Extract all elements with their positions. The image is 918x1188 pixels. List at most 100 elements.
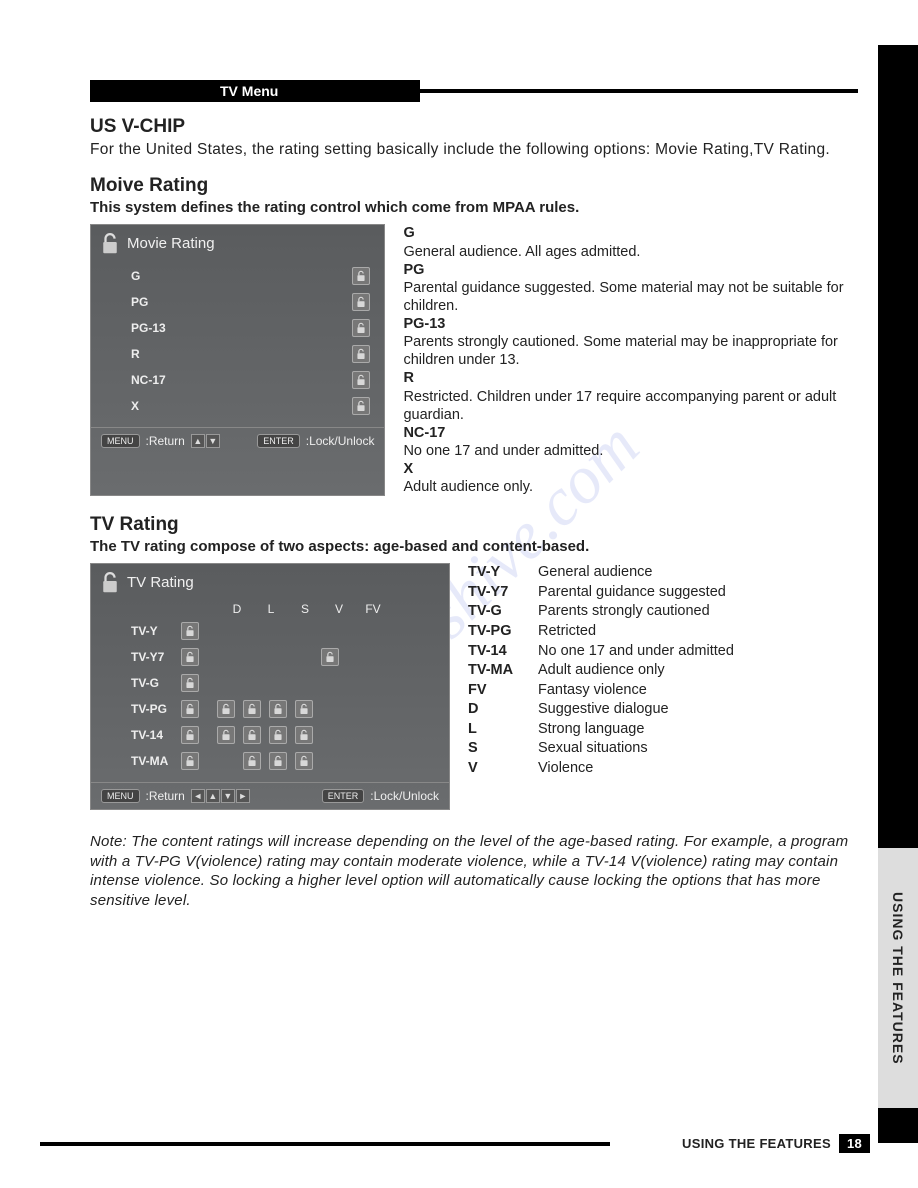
lock-icon[interactable] [269, 726, 287, 744]
lock-open-icon [101, 572, 119, 592]
def-text: Sexual situations [538, 739, 648, 759]
def-text: General audience. All ages admitted. [403, 244, 640, 260]
def-text: Suggestive dialogue [538, 700, 669, 720]
def-key: L [468, 720, 538, 740]
lock-icon[interactable] [269, 752, 287, 770]
tv-rating-row[interactable]: TV-Y [131, 618, 435, 644]
section-vchip-title: US V-CHIP [90, 116, 858, 138]
movie-rating-row[interactable]: X [131, 393, 370, 419]
movie-subtitle: This system defines the rating control w… [90, 199, 858, 216]
header-tab-label: TV Menu [220, 83, 278, 99]
rating-label: X [131, 399, 191, 413]
tv-col-header: S [293, 602, 317, 616]
movie-rating-row[interactable]: R [131, 341, 370, 367]
def-text: Adult audience only [538, 661, 665, 681]
def-key: TV-14 [468, 642, 538, 662]
lock-icon[interactable] [269, 700, 287, 718]
tv-rating-row[interactable]: TV-MA [131, 748, 435, 774]
tv-panel-footer: MENU :Return ◄▲▼► ENTER :Lock/Unlock [91, 782, 449, 809]
lock-icon[interactable] [243, 726, 261, 744]
nav-arrows-icon[interactable]: ▲▼ [191, 434, 220, 448]
def-key: X [403, 461, 413, 477]
tv-col-header: FV [361, 602, 385, 616]
return-label: :Return [146, 789, 185, 803]
tv-panel-title: TV Rating [127, 574, 194, 591]
lock-icon[interactable] [243, 752, 261, 770]
tv-rating-label: TV-PG [131, 702, 181, 716]
def-text: Parental guidance suggested. Some materi… [403, 280, 843, 314]
def-key: PG [403, 262, 424, 278]
def-text: General audience [538, 563, 652, 583]
def-text: Parents strongly cautioned [538, 602, 710, 622]
def-text: Retricted [538, 622, 596, 642]
def-text: Parental guidance suggested [538, 583, 726, 603]
tv-rating-row[interactable]: TV-PG [131, 696, 435, 722]
lock-icon[interactable] [352, 293, 370, 311]
lock-icon[interactable] [352, 267, 370, 285]
tv-rating-label: TV-Y [131, 624, 181, 638]
movie-panel-title: Movie Rating [127, 235, 215, 252]
def-text: Adult audience only. [403, 479, 533, 495]
movie-panel-footer: MENU :Return ▲▼ ENTER :Lock/Unlock [91, 427, 384, 454]
lock-icon[interactable] [243, 700, 261, 718]
enter-button-icon[interactable]: ENTER [257, 434, 300, 448]
def-key: TV-Y7 [468, 583, 538, 603]
lock-icon[interactable] [181, 622, 199, 640]
movie-rating-panel: Movie Rating GPG PG-13 R NC-17 X MENU :Retur… [90, 224, 385, 496]
tv-rating-row[interactable]: TV-Y7 [131, 644, 435, 670]
tv-rating-row[interactable]: TV-G [131, 670, 435, 696]
tv-col-header: L [259, 602, 283, 616]
movie-panel-header: Movie Rating [91, 225, 384, 259]
def-text: No one 17 and under admitted [538, 642, 734, 662]
lock-icon[interactable] [181, 700, 199, 718]
footer-section-label: USING THE FEATURES [682, 1136, 831, 1151]
menu-button-icon[interactable]: MENU [101, 434, 140, 448]
movie-rating-row[interactable]: G [131, 263, 370, 289]
lock-icon[interactable] [295, 700, 313, 718]
lock-icon[interactable] [181, 648, 199, 666]
lock-icon[interactable] [352, 345, 370, 363]
tv-definitions: TV-YGeneral audienceTV-Y7Parental guidan… [468, 563, 734, 810]
note-text: Note: The content ratings will increase … [90, 832, 858, 910]
def-text: Restricted. Children under 17 require ac… [403, 389, 836, 423]
def-key: NC-17 [403, 425, 445, 441]
tv-rating-label: TV-Y7 [131, 650, 181, 664]
lock-icon[interactable] [217, 700, 235, 718]
lock-icon[interactable] [181, 752, 199, 770]
lock-icon[interactable] [181, 726, 199, 744]
footer-rule [40, 1142, 610, 1146]
lock-icon[interactable] [181, 674, 199, 692]
def-key: G [403, 225, 414, 241]
lock-icon[interactable] [295, 752, 313, 770]
lock-icon[interactable] [352, 319, 370, 337]
lock-icon[interactable] [352, 371, 370, 389]
lock-icon[interactable] [321, 648, 339, 666]
lock-icon[interactable] [217, 726, 235, 744]
tv-panel-header: TV Rating [91, 564, 449, 598]
tv-rating-row[interactable]: TV-14 [131, 722, 435, 748]
movie-rating-row[interactable]: NC-17 [131, 367, 370, 393]
lock-icon[interactable] [352, 397, 370, 415]
nav-arrows-icon[interactable]: ◄▲▼► [191, 789, 250, 803]
tv-rating-label: TV-MA [131, 754, 181, 768]
tv-column-headers: DLSVFV [91, 598, 449, 616]
header-bar: TV Menu [90, 80, 858, 102]
def-text: Parents strongly cautioned. Some materia… [403, 334, 837, 368]
def-text: Strong language [538, 720, 644, 740]
rating-label: PG-13 [131, 321, 191, 335]
movie-rating-row[interactable]: PG [131, 289, 370, 315]
def-key: V [468, 759, 538, 779]
lock-icon[interactable] [295, 726, 313, 744]
menu-button-icon[interactable]: MENU [101, 789, 140, 803]
movie-definitions: G General audience. All ages admitted. PG P… [403, 224, 858, 496]
tv-rating-panel: TV Rating DLSVFV TV-Y TV-Y7 TV-G TV-PG TV-14… [90, 563, 450, 810]
def-key: S [468, 739, 538, 759]
page-footer: USING THE FEATURES 18 [0, 1134, 918, 1153]
def-text: Violence [538, 759, 593, 779]
enter-button-icon[interactable]: ENTER [322, 789, 365, 803]
def-key: TV-G [468, 602, 538, 622]
rating-label: NC-17 [131, 373, 191, 387]
movie-rating-row[interactable]: PG-13 [131, 315, 370, 341]
return-label: :Return [146, 434, 185, 448]
tv-subtitle: The TV rating compose of two aspects: ag… [90, 538, 858, 555]
